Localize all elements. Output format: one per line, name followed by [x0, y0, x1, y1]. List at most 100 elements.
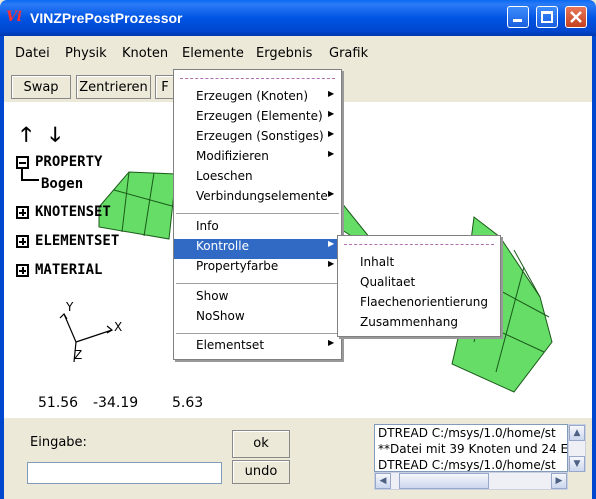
coord-y: -34.19	[93, 395, 139, 411]
expand-icon[interactable]	[16, 206, 29, 219]
menu-item-verbindungselemente[interactable]: Verbindungselemente ▶	[174, 189, 341, 209]
submenu-arrow-icon: ▶	[328, 239, 335, 248]
menu-item-erzeugen-sonstiges[interactable]: Erzeugen (Sonstiges) ▶	[174, 129, 341, 149]
menu-knoten[interactable]: Knoten	[122, 46, 168, 61]
collapse-icon[interactable]	[16, 156, 29, 169]
tree-material[interactable]: MATERIAL	[35, 262, 102, 278]
menu-item-label: Inhalt	[360, 255, 395, 269]
menu-item-erzeugen-knoten[interactable]: Erzeugen (Knoten) ▶	[174, 89, 341, 109]
tree-elementset[interactable]: ELEMENTSET	[35, 233, 119, 249]
log-line: DTREAD C:/msys/1.0/home/st	[378, 426, 556, 440]
menu-item-label: Erzeugen (Knoten)	[196, 89, 309, 103]
scroll-thumb[interactable]	[399, 473, 489, 489]
elemente-dropdown-menu: Erzeugen (Knoten) ▶ Erzeugen (Elemente) ▶ …	[173, 69, 342, 360]
menu-item-elementset[interactable]: Elementset ▶	[174, 338, 341, 358]
menu-item-label: Show	[196, 289, 229, 303]
menu-item-inhalt[interactable]: Inhalt	[338, 255, 500, 275]
submenu-arrow-icon: ▶	[328, 109, 335, 118]
title-bar[interactable]: Vi VINZPrePostProzessor	[0, 0, 596, 36]
close-icon	[570, 11, 582, 23]
menu-item-label: Modifizieren	[196, 149, 269, 163]
menu-item-qualitaet[interactable]: Qualitaet	[338, 275, 500, 295]
log-line: **Datei mit 39 Knoten und 24 Ele	[378, 442, 568, 456]
scroll-down-icon[interactable]: ▼	[569, 456, 585, 472]
menu-separator	[176, 213, 339, 214]
scroll-right-icon[interactable]: ▶	[551, 473, 567, 489]
menu-item-noshow[interactable]: NoShow	[174, 309, 341, 329]
log-horizontal-scrollbar[interactable]: ◀ ▶	[374, 472, 568, 490]
maximize-icon	[541, 11, 553, 23]
menu-item-info[interactable]: Info	[174, 219, 341, 239]
menu-datei[interactable]: Datei	[15, 46, 50, 61]
menu-item-zusammenhang[interactable]: Zusammenhang	[338, 315, 500, 335]
menu-item-modifizieren[interactable]: Modifizieren ▶	[174, 149, 341, 169]
menu-elemente[interactable]: Elemente	[182, 46, 244, 61]
menu-item-label: Erzeugen (Elemente)	[196, 109, 323, 123]
tree-connector	[21, 169, 39, 181]
menu-item-propertyfarbe[interactable]: Propertyfarbe ▶	[174, 259, 341, 279]
arrow-down-icon[interactable]: 🡓	[50, 120, 60, 154]
menu-item-label: Erzeugen (Sonstiges)	[196, 129, 324, 143]
menu-item-label: Elementset	[196, 338, 265, 352]
expand-icon[interactable]	[16, 264, 29, 277]
submenu-arrow-icon: ▶	[328, 259, 335, 268]
coord-x: 51.56	[38, 395, 79, 411]
close-button[interactable]	[565, 6, 587, 28]
center-button[interactable]: Zentrieren	[76, 75, 151, 99]
scroll-up-icon[interactable]: ▲	[569, 425, 585, 441]
menu-item-label: Kontrolle	[196, 239, 249, 253]
axis-label-y: Y	[66, 300, 74, 314]
kontrolle-submenu: Inhalt Qualitaet Flaechenorientierung Zu…	[337, 235, 501, 337]
log-vertical-scrollbar[interactable]: ▲ ▼	[568, 424, 586, 472]
menu-separator	[176, 333, 339, 334]
tree-property-bogen[interactable]: Bogen	[41, 176, 83, 192]
menu-item-show[interactable]: Show	[174, 289, 341, 309]
toolbar-third-button[interactable]: F	[155, 75, 175, 99]
tree-knotenset[interactable]: KNOTENSET	[35, 204, 111, 220]
menu-item-flaechenorientierung[interactable]: Flaechenorientierung	[338, 295, 500, 315]
command-input[interactable]	[27, 462, 222, 484]
menu-item-label: NoShow	[196, 309, 245, 323]
menu-physik[interactable]: Physik	[65, 46, 107, 61]
menu-item-erzeugen-elemente[interactable]: Erzeugen (Elemente) ▶	[174, 109, 341, 129]
window-frame-right	[592, 36, 596, 499]
menu-tearoff-line[interactable]	[344, 244, 494, 245]
swap-button[interactable]: Swap	[11, 75, 71, 99]
menu-item-loeschen[interactable]: Loeschen	[174, 169, 341, 189]
submenu-arrow-icon: ▶	[328, 189, 335, 198]
ok-button[interactable]: ok	[232, 430, 290, 458]
menu-item-label: Zusammenhang	[360, 315, 458, 329]
axis-label-x: X	[114, 320, 123, 334]
undo-button[interactable]: undo	[232, 460, 290, 484]
minimize-icon	[513, 19, 522, 22]
submenu-arrow-icon: ▶	[328, 338, 335, 347]
log-output[interactable]: DTREAD C:/msys/1.0/home/st **Datei mit 3…	[374, 424, 568, 472]
menu-item-label: Info	[196, 219, 219, 233]
maximize-button[interactable]	[536, 6, 558, 28]
menu-grafik[interactable]: Grafik	[329, 46, 368, 61]
menu-item-label: Loeschen	[196, 169, 253, 183]
menu-item-label: Qualitaet	[360, 275, 416, 289]
coord-z: 5.63	[172, 395, 204, 411]
log-line: DTREAD C:/msys/1.0/home/st	[378, 458, 556, 472]
submenu-arrow-icon: ▶	[328, 89, 335, 98]
input-label: Eingabe:	[30, 435, 87, 450]
submenu-arrow-icon: ▶	[328, 129, 335, 138]
menu-separator	[176, 283, 339, 284]
tree-property[interactable]: PROPERTY	[35, 154, 102, 170]
scroll-left-icon[interactable]: ◀	[375, 473, 391, 489]
menu-tearoff-line[interactable]	[180, 78, 335, 79]
minimize-button[interactable]	[507, 6, 529, 28]
expand-icon[interactable]	[16, 235, 29, 248]
window-title: VINZPrePostProzessor	[30, 10, 183, 26]
axis-label-z: Z	[74, 348, 83, 362]
arrow-up-icon[interactable]: 🡑	[21, 120, 31, 154]
submenu-arrow-icon: ▶	[328, 149, 335, 158]
menu-item-label: Flaechenorientierung	[360, 295, 488, 309]
menu-item-label: Propertyfarbe	[196, 259, 279, 273]
menu-item-kontrolle[interactable]: Kontrolle ▶	[174, 239, 341, 259]
menu-bar: Datei Physik Knoten Elemente Ergebnis Gr…	[4, 40, 592, 68]
menu-ergebnis[interactable]: Ergebnis	[256, 46, 312, 61]
menu-item-label: Verbindungselemente	[196, 189, 328, 203]
app-icon: Vi	[6, 9, 22, 25]
